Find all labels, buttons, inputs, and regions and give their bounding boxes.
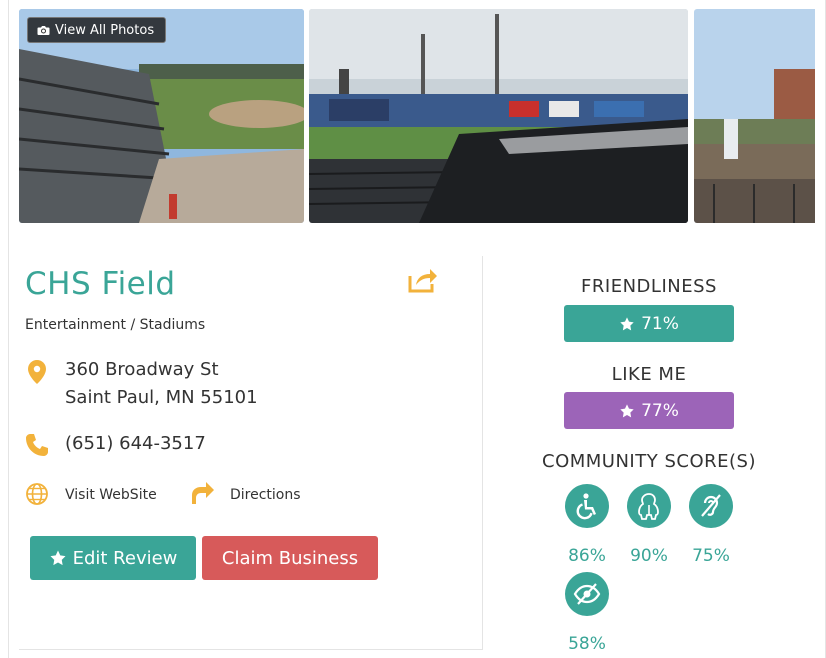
person-icon (627, 484, 671, 528)
star-icon (50, 550, 66, 566)
friendliness-score: 71% (641, 313, 679, 334)
phone-icon (24, 432, 50, 458)
community-score-person: 90% (624, 484, 674, 566)
view-all-photos-button[interactable]: View All Photos (27, 17, 167, 43)
friendliness-heading: FRIENDLINESS (581, 276, 717, 297)
edit-review-button[interactable]: Edit Review (30, 536, 196, 580)
community-scores-heading: COMMUNITY SCORE(S) (542, 451, 756, 472)
vision-impaired-icon (565, 572, 609, 616)
address-line-2: Saint Paul, MN 55101 (65, 387, 258, 408)
map-pin-icon (26, 359, 48, 385)
address-line-1: 360 Broadway St (65, 359, 219, 380)
person-score: 90% (630, 546, 668, 566)
view-all-photos-label: View All Photos (55, 22, 155, 38)
community-score-wheelchair: 86% (562, 484, 612, 566)
like-me-score: 77% (641, 400, 679, 421)
gallery-photo[interactable] (694, 9, 815, 223)
friendliness-score-badge: 71% (564, 305, 734, 342)
camera-icon (37, 25, 50, 35)
star-icon (620, 316, 634, 330)
wheelchair-icon (565, 484, 609, 528)
community-score-hearing: 75% (686, 484, 736, 566)
vision-score: 58% (568, 634, 606, 654)
like-me-score-badge: 77% (564, 392, 734, 429)
directions-arrow-icon[interactable] (189, 480, 215, 506)
hearing-impaired-icon (689, 484, 733, 528)
claim-business-button[interactable]: Claim Business (202, 536, 378, 580)
business-categories: Entertainment / Stadiums (25, 317, 206, 333)
star-icon (620, 403, 634, 417)
community-score-vision: 58% (562, 572, 612, 654)
business-phone[interactable]: (651) 644-3517 (65, 433, 206, 454)
share-icon[interactable] (407, 266, 437, 294)
section-divider (19, 649, 483, 650)
claim-business-label: Claim Business (221, 547, 359, 569)
like-me-heading: LIKE ME (611, 364, 687, 385)
gallery-photo[interactable] (309, 9, 688, 223)
directions-link[interactable]: Directions (230, 487, 301, 503)
column-divider (482, 256, 483, 650)
business-address: 360 Broadway St Saint Paul, MN 55101 (65, 356, 258, 412)
globe-icon (25, 482, 49, 506)
wheelchair-score: 86% (568, 546, 606, 566)
visit-website-link[interactable]: Visit WebSite (65, 487, 157, 503)
edit-review-label: Edit Review (72, 547, 178, 569)
business-name: CHS Field (25, 266, 176, 302)
hearing-score: 75% (692, 546, 730, 566)
